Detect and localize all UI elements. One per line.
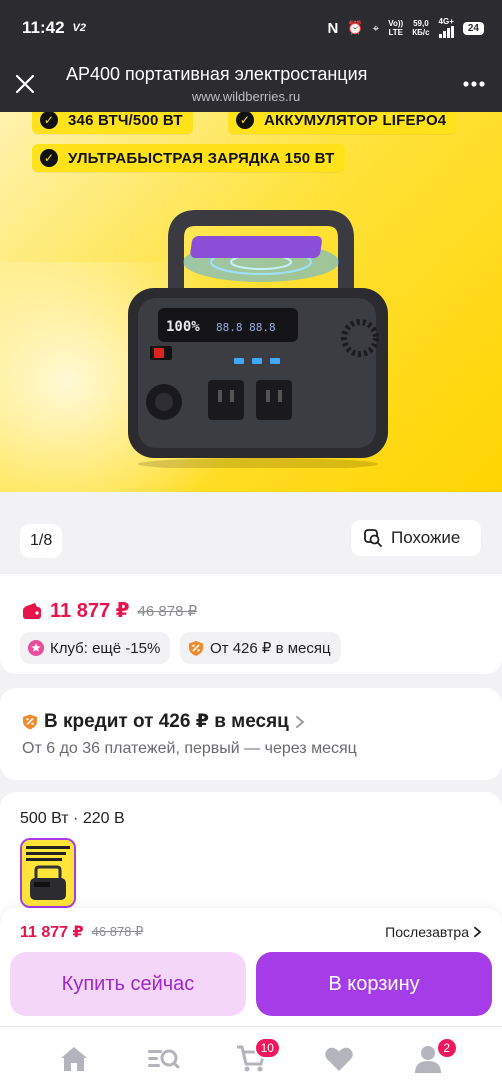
heart-icon [325, 1047, 354, 1071]
volte-indicator: Vo)) LTE [388, 19, 404, 37]
check-icon: ✓ [236, 112, 254, 129]
close-button[interactable] [0, 56, 50, 112]
battery-icon: 24 [462, 21, 484, 35]
nav-profile[interactable]: 2 [404, 1035, 458, 1083]
browser-toolbar: АР400 портативная электростанция www.wil… [0, 56, 502, 112]
more-menu-button[interactable] [446, 56, 502, 112]
carrier-tag: V2 [72, 22, 87, 34]
shield-percent-icon [189, 640, 203, 656]
search-similar-icon [364, 529, 382, 547]
status-bar: 11:42 V2 N ⏰ ⌖ Vo)) LTE 59,0 КБ/с 4G+ 24 [0, 0, 502, 56]
club-label: Клуб: ещё -15% [50, 639, 161, 657]
credit-card[interactable]: В кредит от 426 ₽ в месяц От 6 до 36 пла… [0, 688, 502, 780]
nav-home[interactable] [50, 1035, 98, 1083]
check-icon: ✓ [40, 149, 58, 167]
feature-badge: ✓ 346 ВТЧ/500 ВТ [32, 112, 193, 134]
shield-percent-icon [23, 714, 37, 729]
nfc-icon: N [327, 19, 339, 37]
catalog-search-icon [147, 1049, 180, 1068]
club-star-icon [28, 640, 44, 656]
check-icon: ✓ [40, 112, 58, 129]
svg-text:88.8 88.8: 88.8 88.8 [216, 321, 276, 334]
bottom-nav: 10 2 [0, 1026, 502, 1090]
add-to-cart-button[interactable]: В корзину [256, 952, 492, 1016]
purchase-price-row: 11 877 ₽ 46 878 ₽ [20, 922, 143, 942]
signal-icon [438, 25, 454, 38]
feature-badge: ✓ АККУМУЛЯТОР LIFEPO4 [228, 112, 457, 134]
feature-badge: ✓ УЛЬТРАБЫСТРАЯ ЗАРЯДКА 150 ВТ [32, 144, 345, 172]
status-time: 11:42 [22, 18, 65, 37]
url-block[interactable]: АР400 портативная электростанция www.wil… [50, 64, 446, 104]
price-card: 11 877 ₽ 46 878 ₽ Клуб: ещё -15% От 426 … [0, 574, 502, 674]
home-icon [61, 1046, 88, 1071]
credit-title: В кредит от 426 ₽ в месяц [44, 711, 289, 732]
profile-count-badge: 2 [435, 1036, 458, 1059]
app-root: 11:42 V2 N ⏰ ⌖ Vo)) LTE 59,0 КБ/с 4G+ 24 А… [0, 0, 502, 1090]
page-url: www.wildberries.ru [191, 89, 301, 104]
club-discount-chip[interactable]: Клуб: ещё -15% [20, 632, 171, 664]
page-title: АР400 портативная электростанция [66, 64, 368, 84]
status-icons: N ⏰ ⌖ Vo)) LTE 59,0 КБ/с 4G+ 24 [327, 17, 484, 40]
purchase-price: 11 877 ₽ [20, 924, 84, 941]
location-icon: ⌖ [372, 20, 380, 35]
nav-catalog[interactable] [139, 1035, 187, 1083]
monthly-label: От 426 ₽ в месяц [210, 640, 331, 657]
chevron-right-icon [295, 715, 305, 728]
alarm-icon: ⏰ [347, 20, 364, 35]
cart-count-badge: 10 [253, 1036, 281, 1059]
delivery-label: Послезавтра [385, 924, 469, 940]
gallery-counter: 1/8 [20, 524, 63, 558]
old-price: 46 878 ₽ [137, 602, 198, 620]
power-station-image: 100% 88.8 88.8 [128, 210, 388, 468]
wallet-icon [23, 602, 41, 619]
variant-thumbnail[interactable] [20, 838, 76, 908]
credit-title-row[interactable]: В кредит от 426 ₽ в месяц [22, 710, 305, 733]
credit-subtitle: От 6 до 36 платежей, первый — через меся… [22, 740, 357, 757]
variant-thumb-image [22, 840, 74, 906]
monthly-payment-chip[interactable]: От 426 ₽ в месяц [180, 632, 341, 664]
nav-cart[interactable]: 10 [227, 1035, 281, 1083]
network-gen: 4G+ [439, 17, 454, 40]
similar-label: Похожие [391, 528, 461, 547]
variant-label: 500 Вт · 220 В [20, 810, 125, 827]
more-dots-icon [463, 81, 485, 87]
delivery-date[interactable]: Послезавтра [385, 924, 482, 940]
purchase-old-price: 46 878 ₽ [91, 924, 144, 939]
close-icon [15, 74, 35, 94]
svg-text:100%: 100% [166, 319, 200, 335]
chevron-right-icon [474, 926, 482, 938]
price-row: 11 877 ₽ 46 878 ₽ [22, 598, 197, 623]
nav-favorites[interactable] [315, 1035, 363, 1083]
current-price: 11 877 ₽ [50, 600, 130, 622]
product-gallery[interactable]: ✓ 346 ВТЧ/500 ВТ ✓ АККУМУЛЯТОР LIFEPO4 ✓ УЛ… [0, 112, 502, 492]
purchase-bar: 11 877 ₽ 46 878 ₽ Послезавтра Купить сей… [0, 908, 502, 1026]
similar-button[interactable]: Похожие [351, 520, 481, 556]
net-speed: 59,0 КБ/с [412, 19, 430, 37]
buy-now-button[interactable]: Купить сейчас [10, 952, 246, 1016]
